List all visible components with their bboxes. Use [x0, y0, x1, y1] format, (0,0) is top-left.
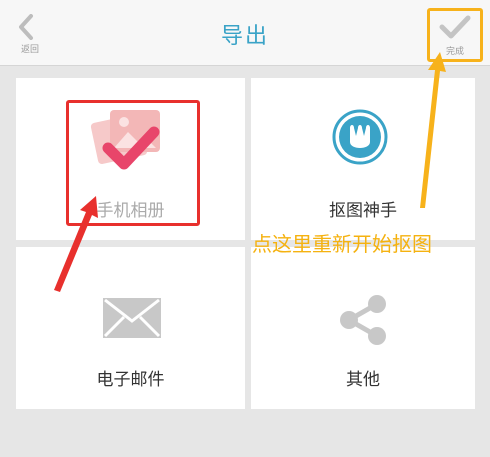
- yellow-arrow-icon: [420, 52, 446, 208]
- annotation-text: 点这里重新开始抠图: [252, 232, 432, 256]
- red-arrow-icon: [54, 196, 98, 292]
